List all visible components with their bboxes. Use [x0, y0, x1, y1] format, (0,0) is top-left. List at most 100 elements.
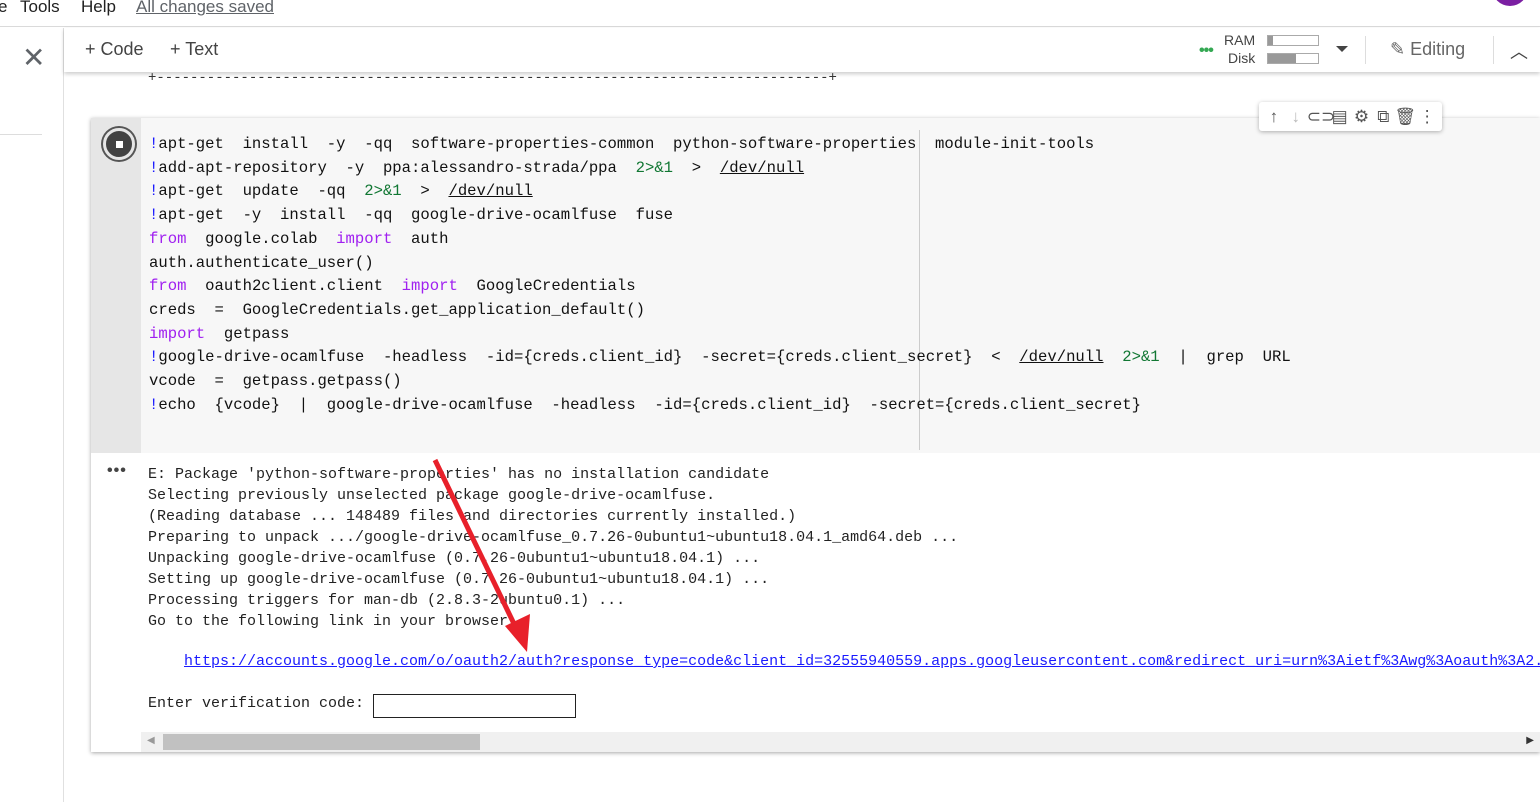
code-token: creds = GoogleCredentials.get_applicatio…: [149, 300, 645, 319]
menu-file[interactable]: e: [0, 0, 7, 17]
ram-bar: [1267, 35, 1319, 46]
cell-output: E: Package 'python-software-properties' …: [148, 464, 958, 632]
code-token: import: [149, 324, 206, 343]
code-token: google-drive-ocamlfuse -headless -id={cr…: [158, 348, 1020, 367]
code-token: oauth2client.client: [186, 277, 402, 296]
code-line[interactable]: !echo {vcode} | google-drive-ocamlfuse -…: [149, 394, 1291, 418]
ram-bar-fill: [1268, 36, 1273, 45]
code-line[interactable]: auth.authenticate_user(): [149, 252, 1291, 276]
code-token: import: [336, 229, 393, 248]
comment-icon[interactable]: ▤: [1329, 107, 1351, 127]
verification-code-input[interactable]: [373, 694, 576, 718]
save-status-link[interactable]: All changes saved: [136, 0, 274, 17]
code-line[interactable]: !apt-get -y install -qq google-drive-oca…: [149, 204, 1291, 228]
cell-gutter: [91, 118, 141, 453]
scrollbar-thumb[interactable]: [163, 734, 480, 750]
disk-bar-fill: [1268, 54, 1296, 63]
code-line[interactable]: from oauth2client.client import GoogleCr…: [149, 275, 1291, 299]
resources-dropdown-icon[interactable]: [1336, 46, 1348, 52]
code-line[interactable]: import getpass: [149, 323, 1291, 347]
code-token: !: [149, 206, 159, 225]
output-line: Setting up google-drive-ocamlfuse (0.7.2…: [148, 571, 770, 588]
code-token: auth: [392, 229, 449, 248]
output-line: Unpacking google-drive-ocamlfuse (0.7.26…: [148, 550, 761, 567]
arrow-down-icon[interactable]: ↓: [1285, 107, 1307, 127]
code-line[interactable]: !add-apt-repository -y ppa:alessandro-st…: [149, 157, 1291, 181]
oauth-link[interactable]: https://accounts.google.com/o/oauth2/aut…: [184, 653, 1540, 670]
code-token: !: [149, 395, 159, 414]
divider: [1493, 36, 1494, 64]
code-token: echo {vcode} | google-drive-ocamlfuse -h…: [158, 395, 1141, 414]
code-token: import: [401, 277, 458, 296]
code-line[interactable]: !google-drive-ocamlfuse -headless -id={c…: [149, 346, 1291, 370]
output-line: Selecting previously unselected package …: [148, 487, 716, 504]
settings-icon[interactable]: ⚙: [1351, 107, 1373, 127]
code-line[interactable]: from google.colab import auth: [149, 228, 1291, 252]
code-token: /dev/null: [719, 158, 805, 177]
link-icon[interactable]: ⊂⊃: [1307, 107, 1336, 127]
code-token: apt-get install -y -qq software-properti…: [158, 135, 1095, 153]
output-menu-icon[interactable]: •••: [107, 462, 127, 480]
code-lines[interactable]: !apt-get install -y -qq software-propert…: [149, 133, 1291, 417]
code-token: 2>&1: [1122, 348, 1160, 367]
collapse-header-icon[interactable]: ︿: [1510, 38, 1528, 64]
code-token: 2>&1: [635, 158, 674, 177]
code-token: /dev/null: [448, 182, 533, 201]
code-line[interactable]: !apt-get update -qq 2>&1 > /dev/null: [149, 180, 1291, 204]
code-token: >: [673, 158, 720, 177]
code-token: google.colab: [186, 229, 337, 248]
code-line[interactable]: vcode = getpass.getpass(): [149, 370, 1291, 394]
code-cell[interactable]: !apt-get install -y -qq software-propert…: [91, 102, 1540, 752]
add-text-button[interactable]: + Text: [170, 39, 218, 60]
scroll-right-icon[interactable]: ▶: [1526, 735, 1534, 746]
code-line[interactable]: creds = GoogleCredentials.get_applicatio…: [149, 299, 1291, 323]
avatar[interactable]: [1492, 0, 1528, 6]
menu-tools[interactable]: Tools: [20, 0, 60, 17]
verification-label: Enter verification code:: [148, 695, 365, 712]
previous-output: +---------------------------------------…: [148, 70, 837, 86]
stop-execution-button[interactable]: [103, 128, 135, 160]
code-token: vcode = getpass.getpass(): [149, 372, 402, 391]
pencil-icon: ✎: [1390, 39, 1406, 59]
code-token: !: [149, 182, 159, 201]
code-token: auth.authenticate_user(): [149, 253, 374, 272]
menu-help[interactable]: Help: [81, 0, 116, 17]
code-token: GoogleCredentials: [457, 277, 636, 296]
code-token: >: [401, 182, 449, 201]
output-line: E: Package 'python-software-properties' …: [148, 466, 770, 483]
stop-icon: [116, 141, 123, 148]
code-token: from: [149, 229, 187, 248]
output-line: Go to the following link in your browser…: [148, 613, 518, 630]
divider: [1365, 36, 1366, 64]
code-token: /dev/null: [1019, 348, 1104, 367]
code-token: getpass: [205, 324, 290, 343]
connected-status-icon[interactable]: •••: [1199, 42, 1214, 60]
output-line: Preparing to unpack .../google-drive-oca…: [148, 529, 959, 546]
code-token: !: [149, 158, 159, 177]
code-line[interactable]: !apt-get install -y -qq software-propert…: [149, 133, 1291, 157]
code-token: from: [149, 277, 187, 296]
editing-button[interactable]: ✎ Editing: [1390, 39, 1465, 60]
mirror-cell-icon[interactable]: ⧉: [1372, 107, 1394, 127]
code-token: !: [149, 135, 159, 153]
delete-icon[interactable]: 🗑: [1394, 107, 1416, 127]
code-token: 2>&1: [364, 182, 402, 201]
more-vert-icon[interactable]: ⋮: [1416, 107, 1438, 127]
disk-label: Disk: [1228, 50, 1256, 66]
menu-bar: e Tools Help All changes saved: [0, 0, 1540, 27]
close-icon[interactable]: ✕: [22, 44, 45, 72]
divider: [0, 134, 42, 135]
editing-label: Editing: [1410, 39, 1466, 59]
code-editor[interactable]: !apt-get install -y -qq software-propert…: [141, 118, 1540, 453]
scroll-left-icon[interactable]: ◀: [147, 735, 155, 746]
add-code-button[interactable]: + Code: [85, 39, 144, 60]
code-token: | grep URL: [1159, 348, 1291, 367]
sidebar: ✕: [0, 28, 64, 802]
horizontal-scrollbar[interactable]: ◀ ▶: [141, 732, 1540, 752]
code-token: apt-get update -qq: [158, 182, 365, 201]
arrow-up-icon[interactable]: ↑: [1263, 107, 1285, 127]
output-line: Processing triggers for man-db (2.8.3-2u…: [148, 592, 626, 609]
code-token: !: [149, 348, 159, 367]
notebook-toolbar: + Code + Text ••• RAM Disk ✎ Editing ︿: [64, 28, 1540, 72]
